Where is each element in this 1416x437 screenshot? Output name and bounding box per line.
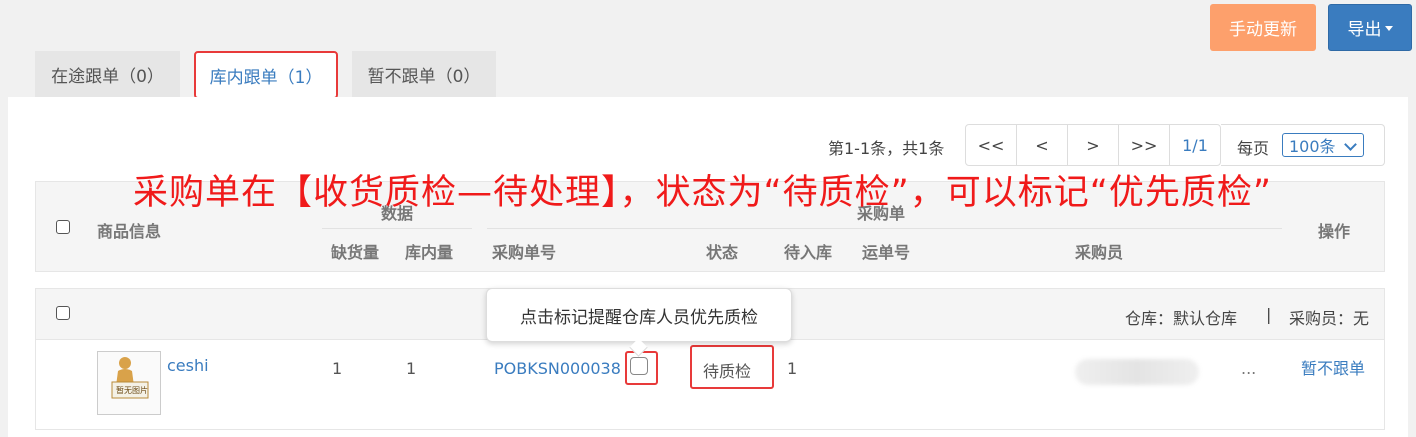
first-page-button[interactable]: << <box>966 125 1017 165</box>
header-status: 状态 <box>706 243 739 262</box>
priority-inspection-checkbox[interactable] <box>630 357 648 375</box>
cell-shortage: 1 <box>332 359 343 378</box>
group-buyer: 采购员：无 <box>1289 309 1370 328</box>
product-thumbnail: 暂无图片 <box>97 351 161 415</box>
caret-down-icon <box>1384 26 1393 31</box>
tooltip-text: 点击标记提醒仓库人员优先质检 <box>520 307 758 328</box>
cell-pending-in: 1 <box>787 359 798 378</box>
per-page-select[interactable]: 100条 <box>1282 133 1364 157</box>
export-label: 导出 <box>1347 20 1382 40</box>
thumbnail-caption: 暂无图片 <box>116 386 148 395</box>
cell-in-stock: 1 <box>406 359 417 378</box>
cell-ellipsis: ... <box>1241 359 1257 378</box>
product-name-link[interactable]: ceshi <box>167 356 209 375</box>
not-tracking-action-link[interactable]: 暂不跟单 <box>1301 355 1365 379</box>
header-tracking-no: 运单号 <box>862 243 911 262</box>
header-actions: 操作 <box>1318 222 1351 241</box>
chevron-down-icon <box>1344 138 1357 151</box>
header-product-info: 商品信息 <box>97 222 162 241</box>
header-purchase-no: 采购单号 <box>492 243 557 262</box>
header-buyer: 采购员 <box>1075 243 1124 262</box>
pagination-summary: 第1-1条，共1条 <box>828 139 945 158</box>
priority-tooltip: 点击标记提醒仓库人员优先质检 <box>486 288 792 342</box>
tab-in-warehouse[interactable]: 库内跟单（1） <box>194 51 338 99</box>
header-shortage: 缺货量 <box>331 243 380 262</box>
status-badge: 待质检 <box>703 362 752 381</box>
per-page-value: 100条 <box>1289 137 1336 156</box>
purchase-group-divider <box>487 228 1282 229</box>
last-page-button[interactable]: >> <box>1119 125 1170 165</box>
tab-in-transit[interactable]: 在途跟单（0） <box>35 51 180 97</box>
tab-not-tracking[interactable]: 暂不跟单（0） <box>352 51 496 97</box>
manual-update-button[interactable]: 手动更新 <box>1210 4 1316 51</box>
group-separator: | <box>1266 305 1272 324</box>
pagination: << < > >> 1/1 <box>965 124 1221 166</box>
annotation-text: 采购单在【收货质检—待处理】，状态为“待质检”，可以标记“优先质检” <box>133 173 1273 213</box>
group-warehouse: 仓库：默认仓库 <box>1125 309 1238 328</box>
page-indicator: 1/1 <box>1182 135 1208 155</box>
prev-page-button[interactable]: < <box>1017 125 1068 165</box>
buyer-redacted <box>1075 359 1199 385</box>
header-in-stock: 库内量 <box>405 243 454 262</box>
select-all-checkbox[interactable] <box>56 220 70 234</box>
header-pending-in: 待入库 <box>784 243 833 262</box>
group-checkbox[interactable] <box>56 306 70 320</box>
per-page-label: 每页 <box>1237 139 1270 158</box>
export-dropdown-button[interactable]: 导出 <box>1328 4 1412 51</box>
placeholder-figure-icon <box>111 357 149 399</box>
data-group-divider <box>322 228 472 229</box>
purchase-no-link[interactable]: POBKSN000038 <box>494 359 621 378</box>
next-page-button[interactable]: > <box>1068 125 1119 165</box>
